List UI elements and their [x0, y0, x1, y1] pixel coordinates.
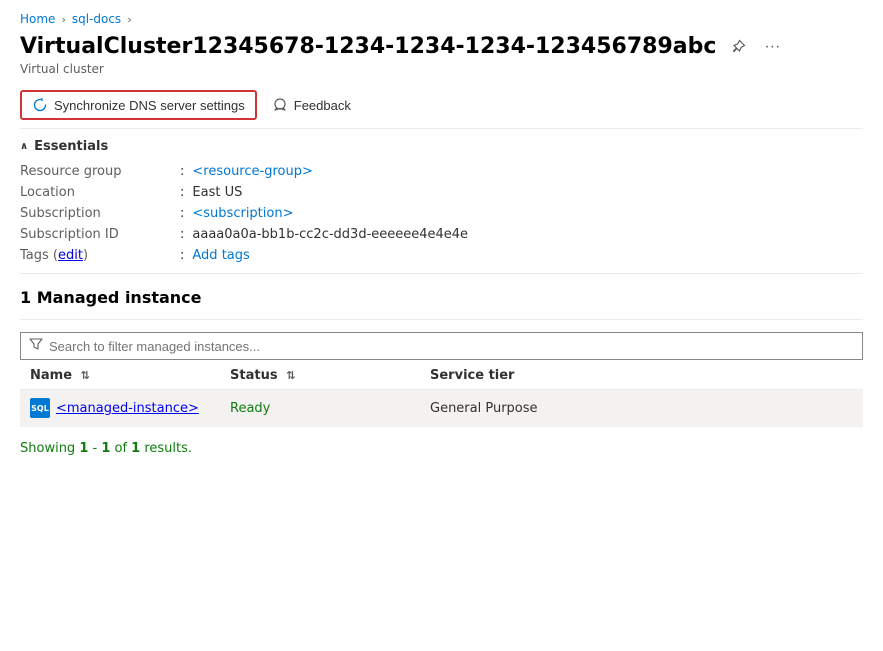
- search-input[interactable]: [49, 339, 854, 354]
- field-label-resource-group: Resource group: [20, 164, 180, 179]
- collapse-icon: ∧: [20, 141, 28, 152]
- essentials-grid: Resource group : <resource-group> Locati…: [20, 164, 863, 263]
- search-bar: [20, 332, 863, 360]
- breadcrumb: Home › sql-docs ›: [20, 12, 863, 26]
- essentials-header[interactable]: ∧ Essentials: [20, 139, 863, 154]
- sync-dns-button[interactable]: Synchronize DNS server settings: [20, 90, 257, 120]
- breadcrumb-home[interactable]: Home: [20, 12, 55, 26]
- essentials-label: Essentials: [34, 139, 108, 154]
- field-label-tags: Tags (edit): [20, 248, 180, 263]
- sql-icon: SQL: [30, 398, 50, 418]
- field-value-tags: : Add tags: [180, 248, 863, 263]
- sort-icon-name: ⇅: [81, 369, 90, 382]
- cell-name: SQL <managed-instance>: [20, 390, 220, 427]
- resource-group-link[interactable]: <resource-group>: [192, 164, 312, 179]
- toolbar: Synchronize DNS server settings Feedback: [20, 90, 863, 129]
- table-header-row: Name ⇅ Status ⇅ Service tier: [20, 360, 863, 390]
- subscription-link[interactable]: <subscription>: [192, 206, 293, 221]
- filter-icon: [29, 337, 43, 355]
- page-container: Home › sql-docs › VirtualCluster12345678…: [0, 0, 883, 482]
- breadcrumb-sep-1: ›: [61, 13, 65, 26]
- sync-dns-label: Synchronize DNS server settings: [54, 98, 245, 113]
- col-header-status[interactable]: Status ⇅: [220, 360, 420, 390]
- field-label-subscription-id: Subscription ID: [20, 227, 180, 242]
- cell-service-tier: General Purpose: [420, 390, 863, 427]
- field-value-subscription-id: : aaaa0a0a-bb1b-cc2c-dd3d-eeeeee4e4e4e: [180, 227, 863, 242]
- managed-instances-title: 1 Managed instance: [20, 288, 863, 307]
- section-divider: [20, 319, 863, 320]
- col-status-label: Status: [230, 368, 278, 383]
- field-label-subscription: Subscription: [20, 206, 180, 221]
- title-area: VirtualCluster12345678-1234-1234-1234-12…: [20, 34, 863, 60]
- location-value: East US: [192, 185, 242, 200]
- feedback-label: Feedback: [294, 98, 351, 113]
- sort-icon-status: ⇅: [286, 369, 295, 382]
- status-value: Ready: [230, 401, 270, 416]
- page-subtitle: Virtual cluster: [20, 62, 863, 76]
- col-header-name[interactable]: Name ⇅: [20, 360, 220, 390]
- field-value-resource-group: : <resource-group>: [180, 164, 863, 179]
- feedback-icon: [272, 97, 288, 113]
- field-value-subscription: : <subscription>: [180, 206, 863, 221]
- add-tags-link[interactable]: Add tags: [192, 248, 249, 263]
- subscription-id-value: aaaa0a0a-bb1b-cc2c-dd3d-eeeeee4e4e4e: [192, 227, 468, 242]
- more-button[interactable]: ···: [760, 36, 784, 58]
- field-value-location: : East US: [180, 185, 863, 200]
- sync-icon: [32, 97, 48, 113]
- col-service-tier-label: Service tier: [430, 368, 514, 383]
- feedback-button[interactable]: Feedback: [261, 91, 362, 119]
- essentials-section: ∧ Essentials Resource group : <resource-…: [20, 129, 863, 274]
- field-label-location: Location: [20, 185, 180, 200]
- page-title: VirtualCluster12345678-1234-1234-1234-12…: [20, 34, 716, 60]
- table-row[interactable]: SQL <managed-instance> Ready General Pur…: [20, 390, 863, 427]
- tags-edit-link[interactable]: edit: [58, 248, 83, 263]
- col-header-service-tier: Service tier: [420, 360, 863, 390]
- cell-status: Ready: [220, 390, 420, 427]
- col-name-label: Name: [30, 368, 72, 383]
- service-tier-value: General Purpose: [430, 401, 538, 416]
- more-icon: ···: [764, 38, 780, 56]
- managed-instances-table: Name ⇅ Status ⇅ Service tier: [20, 360, 863, 427]
- results-text: Showing 1 - 1 of 1 results.: [20, 437, 863, 460]
- managed-instances-section: 1 Managed instance Name ⇅ Status: [20, 274, 863, 470]
- breadcrumb-sql-docs[interactable]: sql-docs: [72, 12, 121, 26]
- pin-button[interactable]: [726, 37, 750, 57]
- breadcrumb-sep-2: ›: [127, 13, 131, 26]
- instance-name-link[interactable]: <managed-instance>: [56, 401, 199, 416]
